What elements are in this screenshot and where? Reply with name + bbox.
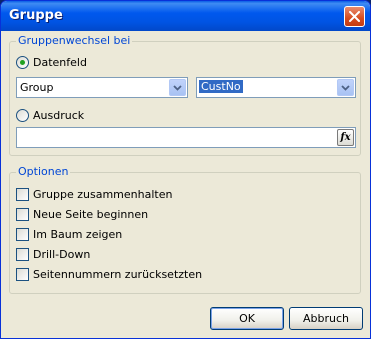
field-select[interactable]: CustNo [196, 77, 356, 98]
checkbox-label: Im Baum zeigen [33, 228, 123, 241]
checkbox-label: Neue Seite beginnen [33, 208, 149, 221]
close-button[interactable] [344, 6, 365, 27]
checkbox-label: Drill-Down [33, 248, 91, 261]
cancel-button[interactable]: Abbruch [289, 307, 363, 330]
checkbox-unchecked-icon [16, 208, 29, 221]
dialog-window: Gruppe Gruppenwechsel bei Datenfeld Grou… [0, 0, 371, 339]
expression-editor-button[interactable]: fx [337, 129, 354, 146]
close-icon [349, 11, 360, 22]
title-bar[interactable]: Gruppe [1, 1, 370, 31]
dialog-body: Gruppenwechsel bei Datenfeld Group CustN… [4, 31, 367, 337]
drill-down-checkbox[interactable]: Drill-Down [16, 248, 90, 261]
checkbox-unchecked-icon [16, 188, 29, 201]
reset-page-numbers-checkbox[interactable]: Seitennummern zurücksetzten [16, 268, 202, 281]
radio-selected-icon [16, 56, 29, 69]
window-title: Gruppe [9, 8, 63, 23]
expression-input[interactable]: fx [16, 127, 356, 148]
expression-radio[interactable]: Ausdruck [16, 109, 84, 122]
keep-group-together-checkbox[interactable]: Gruppe zusammenhalten [16, 188, 172, 201]
options-legend: Optionen [16, 165, 71, 178]
checkbox-unchecked-icon [16, 268, 29, 281]
table-select-dropdown-button[interactable] [169, 79, 186, 96]
chevron-down-icon [341, 84, 350, 91]
checkbox-label: Seitennummern zurücksetzten [33, 268, 203, 281]
table-select[interactable]: Group [16, 77, 188, 98]
checkbox-unchecked-icon [16, 248, 29, 261]
new-page-checkbox[interactable]: Neue Seite beginnen [16, 208, 148, 221]
show-in-tree-checkbox[interactable]: Im Baum zeigen [16, 228, 122, 241]
chevron-down-icon [173, 84, 182, 91]
field-select-dropdown-button[interactable] [337, 79, 354, 96]
checkbox-label: Gruppe zusammenhalten [33, 188, 173, 201]
table-select-value: Group [20, 81, 54, 94]
field-select-value: CustNo [199, 80, 243, 93]
options-groupbox: Optionen Gruppe zusammenhalten Neue Seit… [9, 165, 361, 294]
data-field-radio[interactable]: Datenfeld [16, 56, 87, 69]
data-field-label: Datenfeld [33, 56, 87, 69]
fx-icon: fx [340, 132, 351, 143]
group-change-legend: Gruppenwechsel bei [16, 34, 133, 47]
ok-button[interactable]: OK [210, 307, 284, 330]
radio-unselected-icon [16, 109, 29, 122]
expression-label: Ausdruck [33, 109, 85, 122]
checkbox-unchecked-icon [16, 228, 29, 241]
group-change-groupbox: Gruppenwechsel bei Datenfeld Group CustN… [9, 34, 361, 156]
